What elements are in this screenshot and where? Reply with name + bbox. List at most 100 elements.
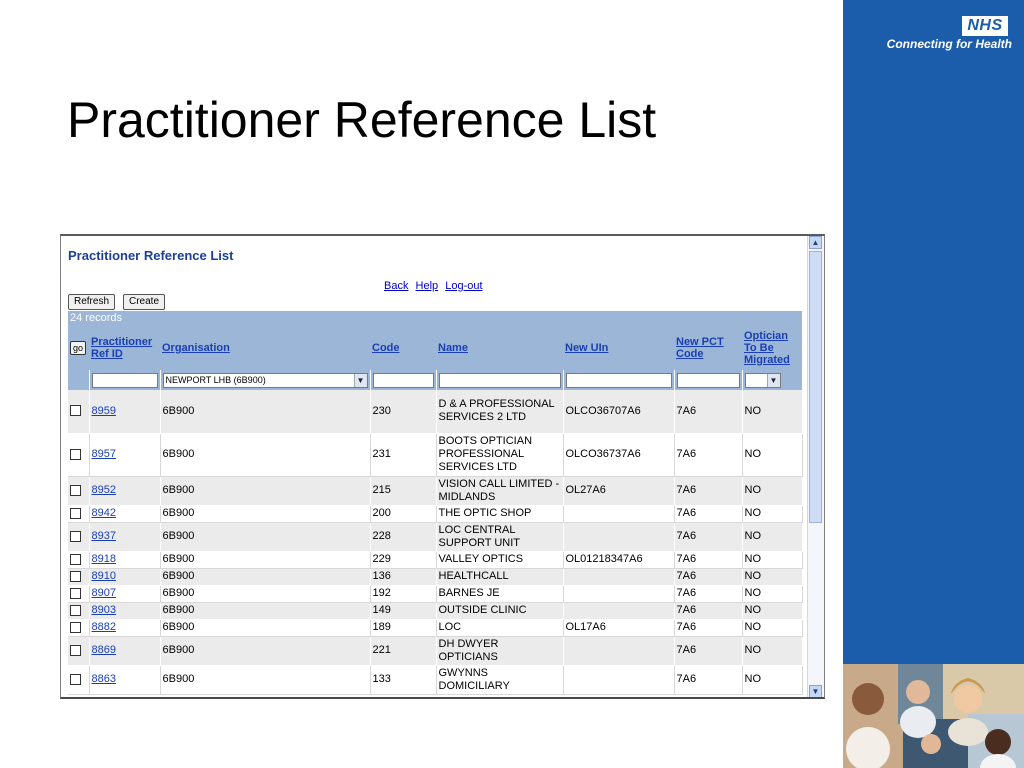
filter-uin-cell xyxy=(563,370,675,390)
cell-ref-id: 8863 xyxy=(89,665,161,695)
row-checkbox[interactable] xyxy=(70,530,81,542)
scroll-up-icon[interactable]: ▲ xyxy=(809,236,822,249)
scroll-down-icon[interactable]: ▼ xyxy=(809,685,822,697)
row-checkbox[interactable] xyxy=(70,673,81,685)
cell-code: 200 xyxy=(370,505,437,523)
cell-migrate: NO xyxy=(742,505,803,523)
sort-new-uin-link[interactable]: New UIn xyxy=(565,342,608,354)
cell-pct-text: 7A6 xyxy=(676,587,697,599)
filter-name-input[interactable] xyxy=(438,372,561,388)
cell-organisation-text: 6B900 xyxy=(162,507,195,519)
cell-ref-id: 8937 xyxy=(89,522,161,552)
cell-organisation: 6B900 xyxy=(160,568,371,586)
go-cell: go xyxy=(68,326,89,370)
vertical-scrollbar[interactable]: ▲ ▼ xyxy=(807,236,824,697)
chevron-down-icon[interactable]: ▼ xyxy=(353,373,367,387)
cell-code-text: 149 xyxy=(372,604,391,616)
row-checkbox[interactable] xyxy=(70,405,81,417)
table-row: 8957 6B900 231 BOOTS OPTICIAN PROFESSIONAL … xyxy=(68,433,803,477)
sort-ref-id-link[interactable]: Practitioner Ref ID xyxy=(91,336,152,360)
ref-id-link[interactable]: 8959 xyxy=(92,405,116,417)
sort-code-link[interactable]: Code xyxy=(372,342,400,354)
ref-id-link[interactable]: 8957 xyxy=(92,448,116,460)
cell-migrate: NO xyxy=(742,636,803,666)
chevron-down-icon[interactable]: ▼ xyxy=(766,373,780,387)
cell-organisation-text: 6B900 xyxy=(162,644,195,656)
row-checkbox[interactable] xyxy=(70,570,81,582)
cell-organisation: 6B900 xyxy=(160,522,371,552)
cell-migrate-text: NO xyxy=(744,587,762,599)
ref-id-link[interactable]: 8937 xyxy=(92,530,116,542)
cell-select xyxy=(68,390,90,434)
cell-code: 133 xyxy=(370,665,437,695)
filter-code-input[interactable] xyxy=(372,372,434,388)
cell-pct: 7A6 xyxy=(674,433,743,477)
cell-name-text: HEALTHCALL xyxy=(438,570,509,582)
cell-organisation-text: 6B900 xyxy=(162,673,195,685)
row-checkbox[interactable] xyxy=(70,644,81,656)
cell-pct: 7A6 xyxy=(674,585,743,603)
cell-pct: 7A6 xyxy=(674,505,743,523)
row-checkbox[interactable] xyxy=(70,448,81,460)
cell-code-text: 189 xyxy=(372,621,391,633)
filter-organisation-value: NEWPORT LHB (6B900) xyxy=(165,374,266,385)
ref-id-link[interactable]: 8903 xyxy=(92,604,116,616)
sort-new-pct-link[interactable]: New PCT Code xyxy=(676,336,724,360)
cell-organisation: 6B900 xyxy=(160,505,371,523)
go-button[interactable]: go xyxy=(70,341,87,355)
cell-name-text: BOOTS OPTICIAN PROFESSIONAL SERVICES LTD xyxy=(438,435,533,473)
ref-id-link[interactable]: 8910 xyxy=(92,570,116,582)
cell-select xyxy=(68,665,90,695)
filter-uin-input[interactable] xyxy=(565,372,672,388)
cell-select xyxy=(68,522,90,552)
table-row: 8942 6B900 200 THE OPTIC SHOP 7A6 NO xyxy=(68,505,803,523)
cell-migrate: NO xyxy=(742,585,803,603)
row-checkbox[interactable] xyxy=(70,507,81,519)
filter-pct-input[interactable] xyxy=(676,372,740,388)
cell-migrate: NO xyxy=(742,433,803,477)
filter-optician-select[interactable]: ▼ xyxy=(744,372,781,388)
cell-organisation-text: 6B900 xyxy=(162,484,195,496)
cell-uin-text: OLCO36737A6 xyxy=(565,448,641,460)
scroll-thumb[interactable] xyxy=(809,251,822,523)
logout-link[interactable]: Log-out xyxy=(445,280,482,292)
row-checkbox[interactable] xyxy=(70,604,81,616)
row-checkbox[interactable] xyxy=(70,484,81,496)
sort-organisation-link[interactable]: Organisation xyxy=(162,342,230,354)
cell-organisation: 6B900 xyxy=(160,665,371,695)
cell-select xyxy=(68,568,90,586)
refresh-button[interactable]: Refresh xyxy=(68,294,116,310)
cell-migrate: NO xyxy=(742,390,803,434)
records-count: 24 records xyxy=(68,311,802,326)
cell-uin-text: OL01218347A6 xyxy=(565,553,643,565)
cell-code: 221 xyxy=(370,636,437,666)
cell-pct-text: 7A6 xyxy=(676,570,697,582)
ref-id-link[interactable]: 8918 xyxy=(92,553,116,565)
ref-id-link[interactable]: 8907 xyxy=(92,587,116,599)
ref-id-link[interactable]: 8882 xyxy=(92,621,116,633)
ref-id-link[interactable]: 8942 xyxy=(92,507,116,519)
cell-code: 189 xyxy=(370,619,437,637)
create-button[interactable]: Create xyxy=(123,294,166,310)
help-link[interactable]: Help xyxy=(416,280,439,292)
ref-id-link[interactable]: 8952 xyxy=(92,484,116,496)
cell-pct-text: 7A6 xyxy=(676,507,697,519)
row-checkbox[interactable] xyxy=(70,553,81,565)
cell-code-text: 133 xyxy=(372,673,391,685)
filter-organisation-select[interactable]: NEWPORT LHB (6B900) ▼ xyxy=(162,372,368,388)
cell-name-text: THE OPTIC SHOP xyxy=(438,507,532,519)
row-checkbox[interactable] xyxy=(70,587,81,599)
ref-id-link[interactable]: 8869 xyxy=(92,644,116,656)
back-link[interactable]: Back xyxy=(384,280,408,292)
cell-organisation-text: 6B900 xyxy=(162,587,195,599)
cell-ref-id: 8882 xyxy=(89,619,161,637)
sort-name-link[interactable]: Name xyxy=(438,342,468,354)
sort-optician-link[interactable]: Optician To Be Migrated xyxy=(744,330,790,366)
cell-organisation-text: 6B900 xyxy=(162,621,195,633)
row-checkbox[interactable] xyxy=(70,621,81,633)
cell-ref-id: 8918 xyxy=(89,551,161,569)
ref-id-link[interactable]: 8863 xyxy=(92,673,116,685)
filter-ref-id-input[interactable] xyxy=(91,372,158,388)
cell-code: 230 xyxy=(370,390,437,434)
cell-name-text: VALLEY OPTICS xyxy=(438,553,524,565)
